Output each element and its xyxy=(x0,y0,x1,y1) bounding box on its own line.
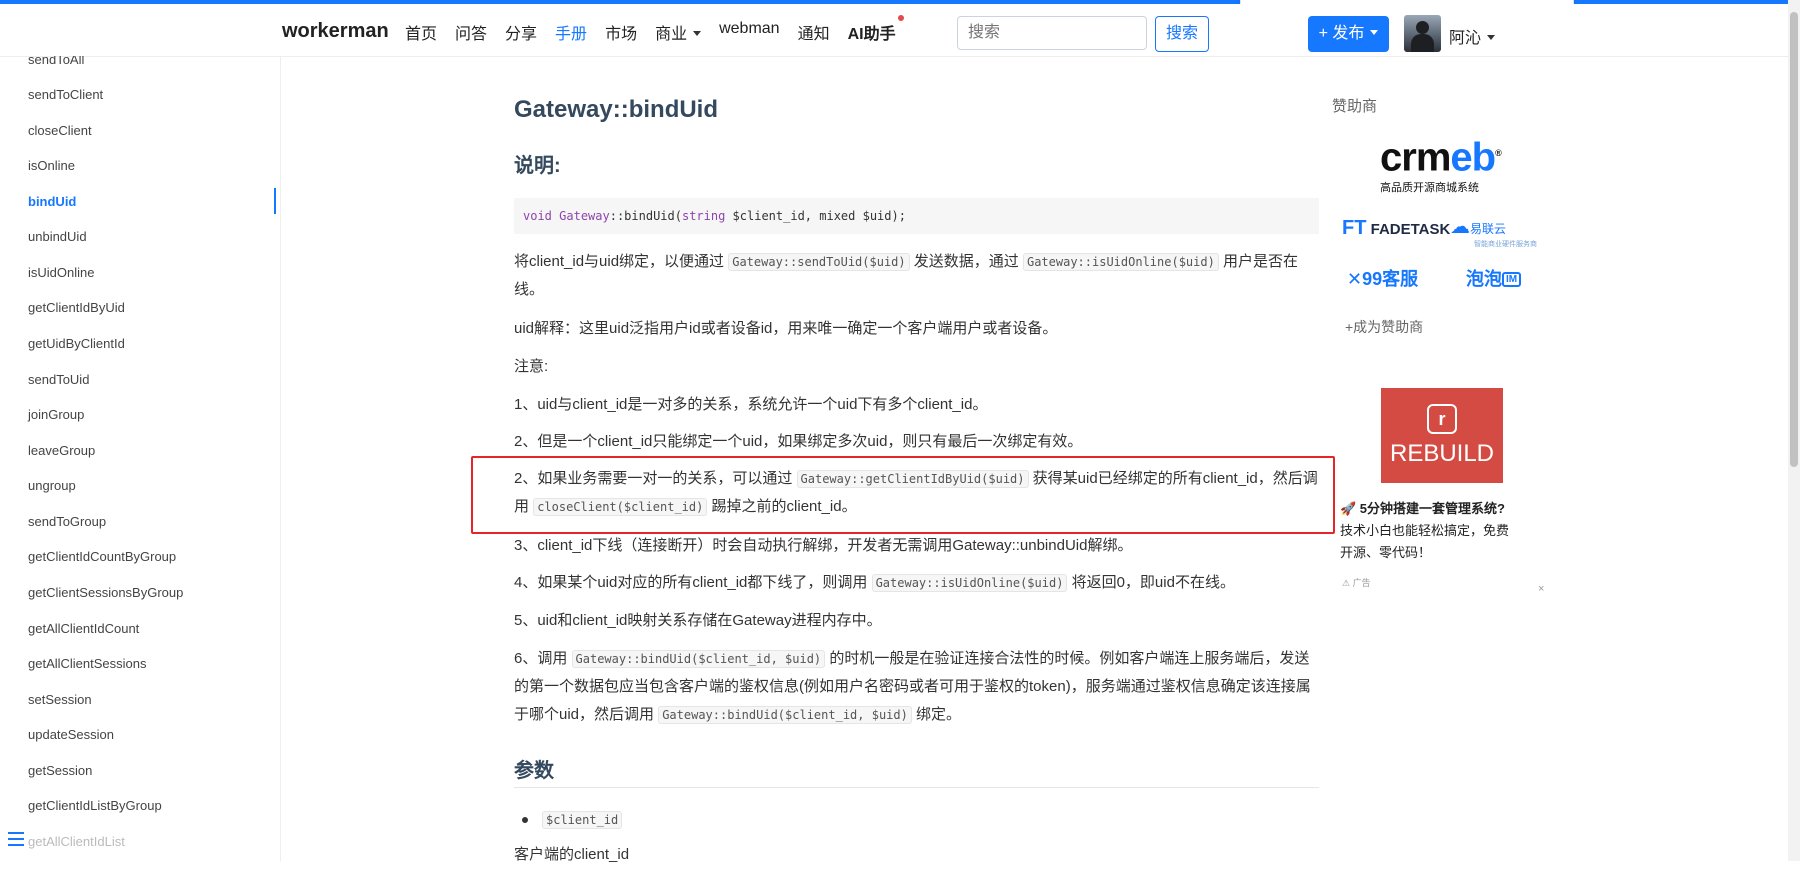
sidebar-item[interactable]: ungroup xyxy=(28,478,76,493)
crmeb-wordmark: crmeb® xyxy=(1380,135,1502,180)
nav-share[interactable]: 分享 xyxy=(505,20,537,44)
avatar[interactable] xyxy=(1404,15,1441,52)
close-icon[interactable]: × xyxy=(1538,583,1544,595)
paragraph-uid-desc: uid解释：这里uid泛指用户id或者设备id，用来唯一确定一个客户端用户或者设… xyxy=(514,320,1058,337)
note-item: 5、uid和client_id映射关系存储在Gateway进程内存中。 xyxy=(514,612,882,629)
sidebar-item[interactable]: joinGroup xyxy=(28,407,84,422)
rebuild-logo-icon: r xyxy=(1427,404,1457,434)
sidebar-item[interactable]: getAllClientSessions xyxy=(28,656,147,671)
ad-label: ⚠ 广告 xyxy=(1342,578,1371,588)
sidebar-item[interactable]: getClientIdListByGroup xyxy=(28,798,162,813)
sidebar-item[interactable]: sendToUid xyxy=(28,372,89,387)
sidebar-item[interactable]: isOnline xyxy=(28,158,75,173)
param-description: 客户端的client_id xyxy=(514,846,630,863)
divider xyxy=(514,787,1319,788)
sidebar-item[interactable]: sendToClient xyxy=(28,87,103,102)
note-item: 4、如果某个uid对应的所有client_id都下线了，则调用 Gateway:… xyxy=(514,574,1235,592)
paragraph-notes-label: 注意: xyxy=(514,358,549,375)
sidebar-item[interactable]: getAllClientIdCount xyxy=(28,621,139,636)
inline-code: Gateway::bindUid($client_id, $uid) xyxy=(658,706,912,724)
sidebar-item[interactable]: getClientIdByUid xyxy=(28,300,125,315)
sidebar-item[interactable]: getClientIdCountByGroup xyxy=(28,549,176,564)
section-heading-params: 参数 xyxy=(514,760,554,782)
search-input[interactable] xyxy=(957,16,1147,50)
sidebar-item[interactable]: getClientSessionsByGroup xyxy=(28,585,183,600)
code-signature: void Gateway::bindUid(string $client_id,… xyxy=(514,198,1319,234)
sidebar-item[interactable]: setSession xyxy=(28,692,92,707)
scrollbar-thumb[interactable] xyxy=(1790,12,1798,467)
sidebar-item[interactable]: isUidOnline xyxy=(28,265,94,280)
sponsor-logo-paopao[interactable]: 泡泡 IM xyxy=(1466,265,1522,291)
param-name: $client_id xyxy=(542,806,623,834)
sidebar-active-indicator xyxy=(274,188,276,214)
sponsor-logo-yilianyun[interactable]: ☁易联云 智能商业硬件服务商 xyxy=(1450,214,1537,249)
nav-notify[interactable]: 通知 xyxy=(798,20,830,44)
sidebar-item[interactable]: sendToGroup xyxy=(28,514,106,529)
inline-code: Gateway::isUidOnline($uid) xyxy=(871,574,1068,592)
nav-ai-assistant[interactable]: AI助手 xyxy=(847,15,904,44)
cloud-icon: ☁ xyxy=(1450,216,1470,238)
sidebar-item[interactable]: updateSession xyxy=(28,727,114,742)
note-item: 6、调用 Gateway::bindUid($client_id, $uid) … xyxy=(514,650,1311,724)
sidebar-item[interactable]: closeClient xyxy=(28,123,92,138)
menu-icon[interactable] xyxy=(8,832,24,846)
become-sponsor-link[interactable]: +成为赞助商 xyxy=(1345,317,1423,337)
note-item: 1、uid与client_id是一对多的关系，系统允许一个uid下有多个clie… xyxy=(514,396,988,413)
sidebar-item[interactable]: getUidByClientId xyxy=(28,336,125,351)
sidebar-item[interactable]: sendToAll xyxy=(28,56,84,67)
x-mark-icon: ✕ xyxy=(1347,269,1363,289)
paragraph-bind-desc: 将client_id与uid绑定，以便通过 Gateway::sendToUid… xyxy=(514,253,1299,298)
note-item: 2、但是一个client_id只能绑定一个uid，如果绑定多次uid，则只有最后… xyxy=(514,433,1083,450)
publish-label: + 发布 xyxy=(1318,25,1365,42)
inline-code: Gateway::bindUid($client_id, $uid) xyxy=(571,650,826,668)
crmeb-tagline: 高品质开源商城系统 xyxy=(1380,182,1479,195)
sidebar-item[interactable]: unbindUid xyxy=(28,229,87,244)
sidebar-item[interactable]: leaveGroup xyxy=(28,443,95,458)
search-button[interactable]: 搜索 xyxy=(1155,16,1209,52)
nav-webman[interactable]: webman xyxy=(719,20,779,44)
sponsor-logo-99kefu[interactable]: ✕99客服 xyxy=(1347,265,1418,291)
sidebar-item-active[interactable]: bindUid xyxy=(28,194,76,209)
inline-code: Gateway::isUidOnline($uid) xyxy=(1022,253,1219,271)
red-highlight-box xyxy=(471,456,1335,534)
publish-button[interactable]: + 发布 xyxy=(1308,16,1389,52)
top-navbar: workerman 首页 问答 分享 手册 市场 商业 webman 通知 AI… xyxy=(0,4,1788,57)
page-scrollbar[interactable] xyxy=(1788,0,1800,861)
doc-sidebar: sendToAll sendToClient closeClient isOnl… xyxy=(0,56,281,861)
ad-description[interactable]: 🚀 5分钟搭建一套管理系统?技术小白也能轻松搞定，免费开源、零代码！ xyxy=(1340,498,1515,564)
section-heading-desc: 说明: xyxy=(514,155,561,177)
main-nav: 首页 问答 分享 手册 市场 商业 webman 通知 AI助手 xyxy=(405,15,914,44)
user-name: 阿沁 xyxy=(1449,30,1482,47)
notification-dot-icon xyxy=(897,15,904,21)
nav-ai-label: AI助手 xyxy=(847,26,896,43)
chevron-down-icon xyxy=(1370,30,1379,35)
inline-code: $client_id xyxy=(542,811,623,829)
chevron-down-icon xyxy=(1487,35,1496,40)
sidebar-item[interactable]: getSession xyxy=(28,763,92,778)
brand-logo[interactable]: workerman xyxy=(282,20,389,43)
ad-title: REBUILD xyxy=(1389,440,1495,467)
nav-market[interactable]: 市场 xyxy=(605,20,637,44)
inline-code: Gateway::sendToUid($uid) xyxy=(728,253,910,271)
nav-qa[interactable]: 问答 xyxy=(455,20,487,44)
bullet-icon xyxy=(522,817,528,823)
nav-business-label: 商业 xyxy=(655,26,688,43)
sponsor-logo-crmeb[interactable]: crmeb® 高品质开源商城系统 xyxy=(1380,133,1502,195)
sponsor-logo-fadetask[interactable]: FT FADETASK xyxy=(1342,217,1450,240)
page-title: Gateway::bindUid xyxy=(514,96,719,123)
nav-manual[interactable]: 手册 xyxy=(555,20,587,44)
note-item: 3、client_id下线（连接断开）时会自动执行解绑，开发者无需调用Gatew… xyxy=(514,537,1133,554)
sponsor-title: 赞助商 xyxy=(1332,98,1378,115)
ad-banner-rebuild[interactable]: r REBUILD xyxy=(1381,388,1503,483)
nav-business[interactable]: 商业 xyxy=(655,20,702,44)
sidebar-item[interactable]: getAllClientIdList xyxy=(28,834,125,849)
user-menu[interactable]: 阿沁 xyxy=(1449,24,1496,48)
chevron-down-icon xyxy=(693,31,702,36)
nav-home[interactable]: 首页 xyxy=(405,20,437,44)
